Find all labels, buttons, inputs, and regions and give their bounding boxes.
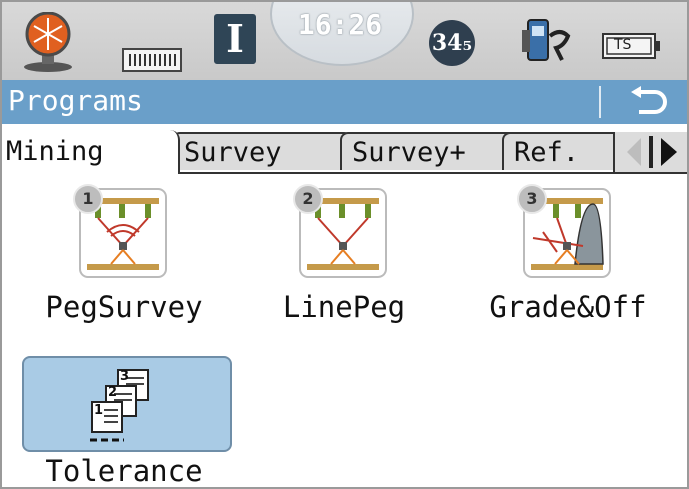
page-title: Programs [8,84,143,117]
svg-text:1: 1 [94,403,103,418]
svg-text:3: 3 [120,369,129,384]
tab-scroll-arrows [613,132,687,172]
app-grade-off[interactable]: 3 Grade&Off [468,184,668,338]
app-pegsurvey[interactable]: 1 PegSurvey [24,184,224,338]
tab-ref[interactable]: Ref. [502,132,622,170]
app-badge: 2 [293,184,323,214]
app-tolerance[interactable]: 321 Tolerance [24,360,224,487]
linepeg-icon: 2 [293,184,387,278]
device-connection-icon[interactable] [514,16,574,70]
svg-text:2: 2 [108,385,117,400]
tab-scroll-left-icon[interactable] [627,138,641,166]
tab-scroll-right-icon[interactable] [661,138,677,166]
title-separator [599,86,601,118]
tab-survey-plus[interactable]: Survey+ [340,132,520,170]
device-screen: I 16:26 34₅ TS Programs Survey Survey+ R… [0,0,689,489]
satellite-count-badge[interactable]: 34₅ [429,20,475,66]
ts-label: TS [614,37,632,53]
app-badge: 1 [73,184,103,214]
prism-icon[interactable] [22,11,74,72]
app-linepeg[interactable]: 2 LinePeg [244,184,444,338]
app-label: LinePeg [282,290,406,324]
tolerance-icon: 321 [82,366,162,446]
ts-battery-icon[interactable]: TS [602,32,662,60]
mode-indicator[interactable]: I [214,14,256,64]
tab-mining[interactable]: Mining [2,130,180,174]
pegsurvey-icon: 1 [73,184,167,278]
status-bar: I 16:26 34₅ TS [2,2,687,80]
app-label: PegSurvey [45,290,203,324]
app-label: Grade&Off [489,290,647,324]
tab-survey[interactable]: Survey [172,132,352,170]
app-label: Tolerance [45,454,203,488]
grade-off-icon: 3 [517,184,611,278]
app-badge: 3 [517,184,547,214]
clock: 16:26 [297,8,383,41]
back-button[interactable] [617,84,677,120]
tab-bar: Survey Survey+ Ref. Mining [2,126,687,174]
battery-strip-icon [122,48,184,72]
back-arrow-icon [631,86,667,114]
title-bar: Programs [2,80,687,124]
